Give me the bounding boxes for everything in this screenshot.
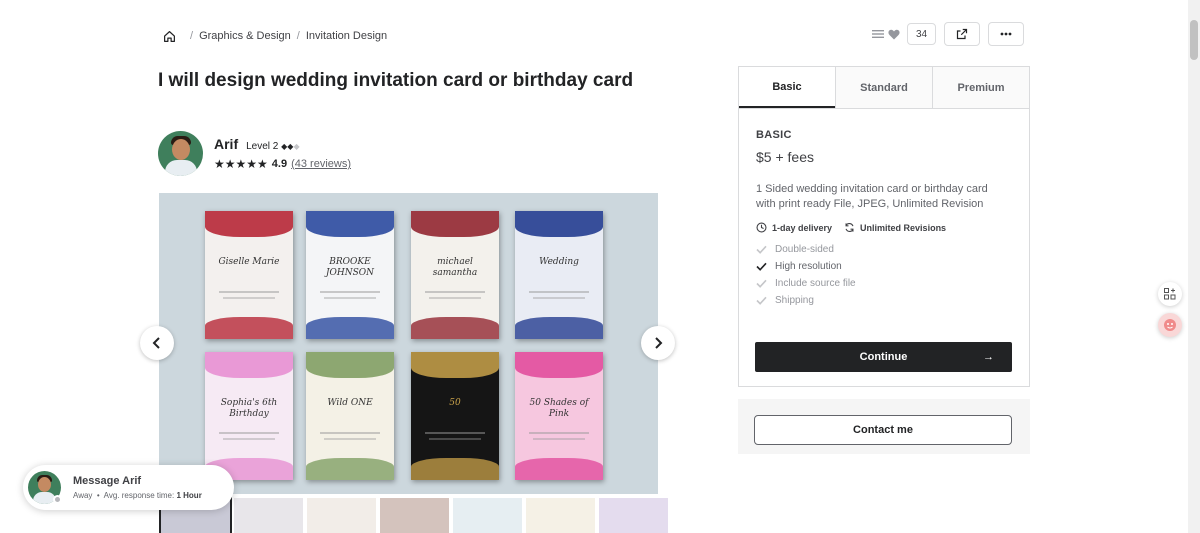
- gallery-card-title: 50: [449, 398, 461, 408]
- feature-item: Include source file: [756, 275, 1012, 292]
- more-icon: [1000, 32, 1012, 36]
- chevron-right-icon: [655, 337, 663, 349]
- gallery-thumbnail[interactable]: [307, 498, 376, 533]
- gallery-next-button[interactable]: [641, 326, 675, 360]
- delivery-time: 1-day delivery: [756, 222, 832, 233]
- seller-name[interactable]: Arif: [214, 136, 238, 152]
- collect-button[interactable]: [872, 29, 900, 40]
- seller-avatar[interactable]: [158, 131, 203, 176]
- gallery-thumbnail[interactable]: [599, 498, 668, 533]
- check-icon: [756, 245, 767, 254]
- gallery-card[interactable]: BROOKE JOHNSON: [306, 211, 394, 339]
- feature-item: Double-sided: [756, 241, 1012, 258]
- gallery-card[interactable]: michael samantha: [411, 211, 499, 339]
- gallery-card-title: Giselle Marie: [218, 257, 280, 267]
- continue-button[interactable]: Continue →: [755, 342, 1012, 372]
- feature-item: High resolution: [756, 258, 1012, 275]
- contact-me-button[interactable]: Contact me: [754, 415, 1012, 445]
- message-status: Away • Avg. response time: 1 Hour: [73, 491, 202, 500]
- feature-label: High resolution: [775, 261, 842, 272]
- gallery-card-title: BROOKE JOHNSON: [325, 257, 375, 278]
- check-icon: [756, 279, 767, 288]
- gig-title: I will design wedding invitation card or…: [158, 70, 634, 91]
- list-icon: [872, 30, 884, 38]
- feature-label: Include source file: [775, 278, 856, 289]
- gig-gallery: Giselle Marie BROOKE JOHNSON michael saman…: [159, 193, 658, 494]
- share-button[interactable]: [944, 22, 980, 46]
- arrow-right-icon: →: [983, 351, 994, 363]
- package-panel: Basic Standard Premium BASIC $5 + fees 1…: [738, 66, 1030, 387]
- gallery-card-title: Wedding: [539, 257, 579, 267]
- chevron-left-icon: [152, 337, 160, 349]
- gallery-card[interactable]: Giselle Marie: [205, 211, 293, 339]
- breadcrumb-separator: /: [190, 30, 194, 42]
- assistant-widget[interactable]: [1158, 313, 1182, 337]
- level-diamond-empty-icon: ◆: [293, 142, 300, 151]
- seller-overview: Arif Level 2 ◆◆◆ ★★★★★ 4.9 (43 reviews): [158, 131, 351, 176]
- share-icon: [956, 28, 968, 40]
- gig-actions: 34: [872, 22, 1032, 46]
- breadcrumb-separator: /: [296, 30, 300, 42]
- message-seller-bubble[interactable]: Message Arif Away • Avg. response time: …: [23, 465, 234, 510]
- package-name: BASIC: [756, 129, 792, 141]
- breadcrumb-invitation-design[interactable]: Invitation Design: [306, 30, 387, 42]
- gallery-card[interactable]: 50: [411, 352, 499, 480]
- breadcrumb: / Graphics & Design / Invitation Design: [163, 28, 387, 44]
- feature-item: Shipping: [756, 292, 1012, 309]
- gallery-thumbnail[interactable]: [234, 498, 303, 533]
- gallery-thumbnails: [159, 496, 668, 533]
- gallery-card[interactable]: Sophia's 6th Birthday: [205, 352, 293, 480]
- feature-list: Double-sided High resolution Include sourc…: [756, 241, 1012, 309]
- gallery-card-title: michael samantha: [432, 257, 478, 278]
- gallery-card[interactable]: Wedding: [515, 211, 603, 339]
- level-diamond-icon: ◆◆: [281, 142, 294, 151]
- seller-level: Level 2 ◆◆◆: [246, 141, 300, 152]
- gallery-prev-button[interactable]: [140, 326, 174, 360]
- revisions: Unlimited Revisions: [844, 222, 946, 233]
- gallery-thumbnail[interactable]: [380, 498, 449, 533]
- message-title: Message Arif: [73, 475, 142, 487]
- package-tabs: Basic Standard Premium: [739, 67, 1029, 109]
- gallery-thumbnail[interactable]: [526, 498, 595, 533]
- gallery-thumbnail[interactable]: [453, 498, 522, 533]
- more-button[interactable]: [988, 22, 1024, 46]
- clock-icon: [756, 222, 767, 233]
- gallery-card[interactable]: 50 Shades of Pink: [515, 352, 603, 480]
- feature-label: Shipping: [775, 295, 814, 306]
- breadcrumb-graphics-design[interactable]: Graphics & Design: [199, 30, 291, 42]
- page-scrollbar[interactable]: [1188, 0, 1200, 533]
- gallery-card-title: 50 Shades of Pink: [529, 398, 589, 419]
- reviews-link[interactable]: (43 reviews): [291, 158, 351, 170]
- package-price: $5 + fees: [756, 149, 814, 165]
- contact-section: Contact me: [738, 399, 1030, 454]
- gallery-card-title: Wild ONE: [327, 398, 373, 408]
- rating-value: 4.9: [271, 158, 288, 170]
- grid-plus-icon: [1164, 288, 1176, 300]
- tab-basic[interactable]: Basic: [739, 67, 835, 108]
- tab-premium[interactable]: Premium: [932, 67, 1029, 108]
- gallery-card-title: Sophia's 6th Birthday: [220, 398, 278, 419]
- package-description: 1 Sided wedding invitation card or birth…: [756, 183, 988, 210]
- refresh-icon: [845, 223, 854, 232]
- tab-standard[interactable]: Standard: [835, 67, 932, 108]
- assistant-icon: [1164, 319, 1176, 331]
- gallery-card[interactable]: Wild ONE: [306, 352, 394, 480]
- scrollbar-thumb[interactable]: [1190, 20, 1198, 60]
- status-dot-icon: [53, 495, 62, 504]
- home-icon[interactable]: [163, 30, 176, 43]
- feature-label: Double-sided: [775, 244, 834, 255]
- check-icon: [756, 296, 767, 305]
- apps-widget[interactable]: [1158, 282, 1182, 306]
- heart-icon: [888, 29, 900, 39]
- collect-count: 34: [907, 23, 936, 45]
- star-rating-icon: ★★★★★: [214, 157, 268, 171]
- check-icon: [756, 262, 767, 271]
